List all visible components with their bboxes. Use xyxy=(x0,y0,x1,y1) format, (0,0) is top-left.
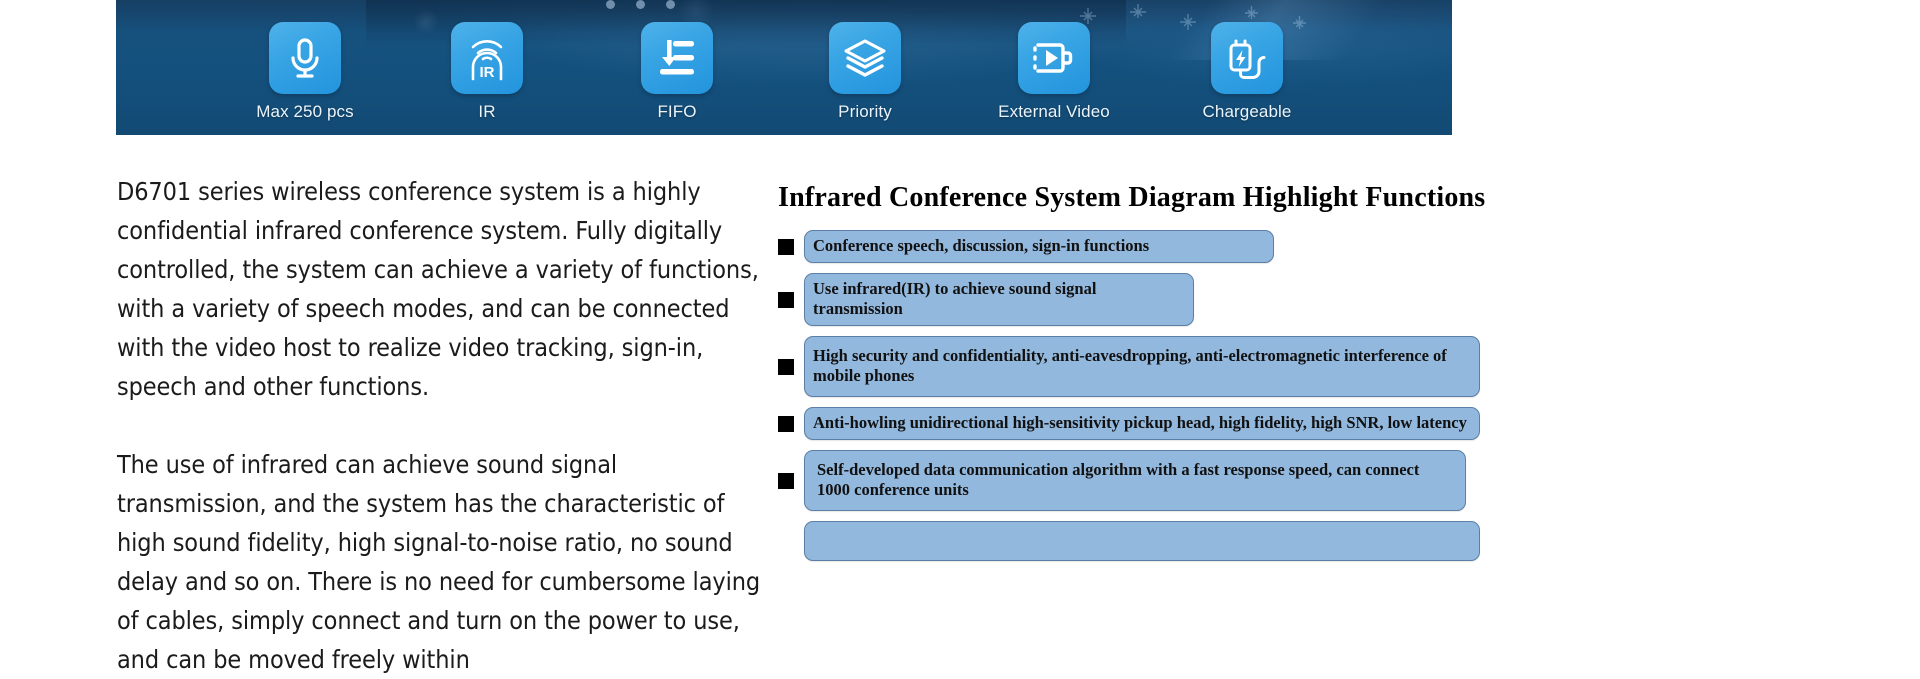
highlight-functions-column: Infrared Conference System Diagram Highl… xyxy=(778,182,1838,571)
sort-list-icon xyxy=(641,22,713,94)
infrared-signal-icon: IR xyxy=(451,22,523,94)
feature-tile-fifo[interactable]: FIFO xyxy=(612,22,742,122)
microphone-icon xyxy=(269,22,341,94)
battery-charge-icon xyxy=(1211,22,1283,94)
highlight-text: High security and confidentiality, anti-… xyxy=(804,336,1480,397)
feature-tile-label: IR xyxy=(478,102,496,121)
page-title: Infrared Conference System Diagram Highl… xyxy=(778,182,1486,213)
feature-banner: Max 250 pcs IR IR FIFO Priority External… xyxy=(116,0,1452,135)
video-camera-icon xyxy=(1018,22,1090,94)
description-paragraph-1: D6701 series wireless conference system … xyxy=(117,177,759,401)
bullet-square-icon xyxy=(778,238,794,255)
feature-tile-ir[interactable]: IR IR xyxy=(422,22,552,122)
highlight-text: Use infrared(IR) to achieve sound signal… xyxy=(804,273,1194,326)
feature-tile-priority[interactable]: Priority xyxy=(800,22,930,122)
list-item[interactable]: Self-developed data communication algori… xyxy=(778,450,1838,511)
feature-tile-label: Chargeable xyxy=(1202,102,1292,121)
description-paragraph-2: The use of infrared can achieve sound si… xyxy=(117,450,761,674)
layers-icon xyxy=(829,22,901,94)
feature-tile-max-250-pcs[interactable]: Max 250 pcs xyxy=(240,22,370,122)
bullet-square-icon xyxy=(778,472,794,489)
feature-tile-label: FIFO xyxy=(657,102,697,121)
list-item[interactable]: Use infrared(IR) to achieve sound signal… xyxy=(778,273,1838,326)
feature-tile-label: Priority xyxy=(838,102,892,121)
list-item[interactable]: Anti-howling unidirectional high-sensiti… xyxy=(778,407,1838,440)
feature-tile-label: External Video xyxy=(998,102,1110,121)
feature-tile-label: Max 250 pcs xyxy=(256,102,354,121)
highlight-text: Conference speech, discussion, sign-in f… xyxy=(804,230,1274,263)
bullet-square-icon xyxy=(778,358,794,375)
product-description-column: D6701 series wireless conference system … xyxy=(117,172,772,679)
highlight-text: Self-developed data communication algori… xyxy=(804,450,1466,511)
feature-tile-list: Max 250 pcs IR IR FIFO Priority External… xyxy=(116,0,1452,135)
page-root: Max 250 pcs IR IR FIFO Priority External… xyxy=(0,0,1920,674)
list-item[interactable]: Conference speech, discussion, sign-in f… xyxy=(778,230,1838,263)
bullet-square-icon xyxy=(778,415,794,432)
svg-text:IR: IR xyxy=(480,64,495,81)
list-item[interactable] xyxy=(778,521,1838,561)
feature-tile-chargeable[interactable]: Chargeable xyxy=(1182,22,1312,122)
feature-tile-external-video[interactable]: External Video xyxy=(989,22,1119,122)
highlight-text: Anti-howling unidirectional high-sensiti… xyxy=(804,407,1480,440)
highlight-text xyxy=(804,521,1480,561)
bullet-square-icon xyxy=(778,291,794,308)
list-item[interactable]: High security and confidentiality, anti-… xyxy=(778,336,1838,397)
